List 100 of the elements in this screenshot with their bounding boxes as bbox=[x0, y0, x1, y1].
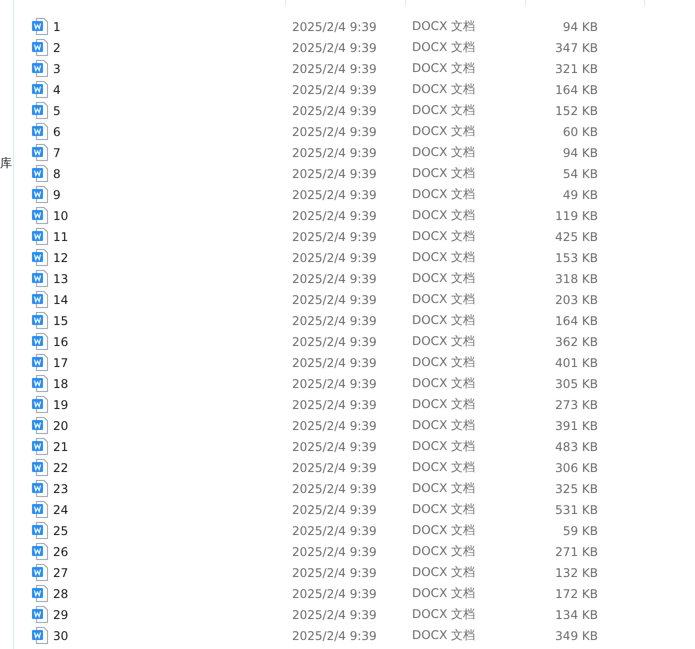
file-type: DOCX 文档 bbox=[412, 396, 476, 413]
word-document-icon bbox=[32, 480, 48, 497]
modified-date: 2025/2/4 9:39 bbox=[292, 566, 378, 580]
word-document-icon bbox=[32, 207, 48, 224]
file-size: 318 KB bbox=[554, 272, 598, 286]
file-name[interactable]: 6 bbox=[53, 124, 61, 138]
file-name[interactable]: 23 bbox=[53, 482, 68, 496]
file-size: 59 KB bbox=[562, 524, 598, 538]
file-size: 271 KB bbox=[554, 544, 598, 558]
word-document-icon bbox=[32, 81, 48, 98]
modified-date: 2025/2/4 9:39 bbox=[292, 586, 378, 600]
modified-date: 2025/2/4 9:39 bbox=[292, 104, 378, 118]
file-type: DOCX 文档 bbox=[412, 417, 476, 434]
file-type: DOCX 文档 bbox=[412, 39, 476, 56]
file-size: 60 KB bbox=[562, 124, 598, 138]
file-name[interactable]: 12 bbox=[53, 250, 68, 264]
file-name[interactable]: 21 bbox=[53, 440, 68, 454]
modified-date: 2025/2/4 9:39 bbox=[292, 40, 378, 54]
file-type: DOCX 文档 bbox=[412, 102, 476, 119]
file-type: DOCX 文档 bbox=[412, 144, 476, 161]
modified-date: 2025/2/4 9:39 bbox=[292, 334, 378, 348]
modified-date: 2025/2/4 9:39 bbox=[292, 124, 378, 138]
word-document-icon bbox=[32, 501, 48, 518]
word-document-icon bbox=[32, 417, 48, 434]
file-name[interactable]: 25 bbox=[53, 524, 68, 538]
file-name[interactable]: 29 bbox=[53, 608, 68, 622]
file-type: DOCX 文档 bbox=[412, 438, 476, 455]
word-document-icon bbox=[32, 291, 48, 308]
file-name[interactable]: 1 bbox=[53, 20, 61, 34]
file-name[interactable]: 17 bbox=[53, 356, 68, 370]
modified-date: 2025/2/4 9:39 bbox=[292, 440, 378, 454]
word-document-icon bbox=[32, 123, 48, 140]
file-name[interactable]: 28 bbox=[53, 586, 68, 600]
file-name[interactable]: 26 bbox=[53, 544, 68, 558]
file-type: DOCX 文档 bbox=[412, 228, 476, 245]
file-size: 164 KB bbox=[554, 314, 598, 328]
file-size: 401 KB bbox=[554, 356, 598, 370]
file-size: 94 KB bbox=[562, 20, 598, 34]
word-document-icon bbox=[32, 438, 48, 455]
file-name[interactable]: 30 bbox=[53, 628, 68, 642]
nav-item[interactable]: 库 bbox=[0, 155, 13, 171]
modified-date: 2025/2/4 9:39 bbox=[292, 398, 378, 412]
word-document-icon bbox=[32, 459, 48, 476]
file-name[interactable]: 5 bbox=[53, 104, 61, 118]
file-size: 425 KB bbox=[554, 230, 598, 244]
file-size: 321 KB bbox=[554, 62, 598, 76]
word-document-icon bbox=[32, 102, 48, 119]
file-size: 119 KB bbox=[554, 208, 598, 222]
file-name[interactable]: 15 bbox=[53, 314, 68, 328]
word-document-icon bbox=[32, 522, 48, 539]
file-size: 531 KB bbox=[554, 502, 598, 516]
word-document-icon bbox=[32, 39, 48, 56]
modified-date: 2025/2/4 9:39 bbox=[292, 208, 378, 222]
file-type: DOCX 文档 bbox=[412, 522, 476, 539]
file-type: DOCX 文档 bbox=[412, 249, 476, 266]
file-size: 483 KB bbox=[554, 440, 598, 454]
modified-date: 2025/2/4 9:39 bbox=[292, 418, 378, 432]
file-size: 132 KB bbox=[554, 566, 598, 580]
file-name[interactable]: 2 bbox=[53, 40, 61, 54]
word-document-icon bbox=[32, 18, 48, 35]
file-name[interactable]: 19 bbox=[53, 398, 68, 412]
word-document-icon bbox=[32, 564, 48, 581]
file-type: DOCX 文档 bbox=[412, 606, 476, 623]
file-type: DOCX 文档 bbox=[412, 333, 476, 350]
file-size: 273 KB bbox=[554, 398, 598, 412]
modified-date: 2025/2/4 9:39 bbox=[292, 20, 378, 34]
file-size: 306 KB bbox=[554, 460, 598, 474]
file-size: 49 KB bbox=[562, 188, 598, 202]
file-size: 152 KB bbox=[554, 104, 598, 118]
word-document-icon bbox=[32, 396, 48, 413]
file-name[interactable]: 3 bbox=[53, 62, 61, 76]
file-size: 347 KB bbox=[554, 40, 598, 54]
modified-date: 2025/2/4 9:39 bbox=[292, 502, 378, 516]
file-name[interactable]: 4 bbox=[53, 82, 61, 96]
file-type: DOCX 文档 bbox=[412, 123, 476, 140]
file-size: 172 KB bbox=[554, 586, 598, 600]
file-name[interactable]: 7 bbox=[53, 146, 61, 160]
file-name[interactable]: 24 bbox=[53, 502, 68, 516]
file-type: DOCX 文档 bbox=[412, 186, 476, 203]
file-type: DOCX 文档 bbox=[412, 312, 476, 329]
word-document-icon bbox=[32, 249, 48, 266]
modified-date: 2025/2/4 9:39 bbox=[292, 250, 378, 264]
file-size: 349 KB bbox=[554, 628, 598, 642]
file-type: DOCX 文档 bbox=[412, 207, 476, 224]
file-type: DOCX 文档 bbox=[412, 501, 476, 518]
file-name[interactable]: 18 bbox=[53, 376, 68, 390]
file-size: 325 KB bbox=[554, 482, 598, 496]
file-type: DOCX 文档 bbox=[412, 60, 476, 77]
file-name[interactable]: 20 bbox=[53, 418, 68, 432]
file-name[interactable]: 9 bbox=[53, 188, 61, 202]
file-name[interactable]: 10 bbox=[53, 208, 68, 222]
file-type: DOCX 文档 bbox=[412, 291, 476, 308]
word-document-icon bbox=[32, 312, 48, 329]
file-name[interactable]: 27 bbox=[53, 566, 68, 580]
file-name[interactable]: 22 bbox=[53, 460, 68, 474]
file-name[interactable]: 16 bbox=[53, 334, 68, 348]
file-name[interactable]: 14 bbox=[53, 292, 68, 306]
file-name[interactable]: 13 bbox=[53, 272, 68, 286]
file-name[interactable]: 8 bbox=[53, 166, 61, 180]
file-name[interactable]: 11 bbox=[53, 230, 68, 244]
